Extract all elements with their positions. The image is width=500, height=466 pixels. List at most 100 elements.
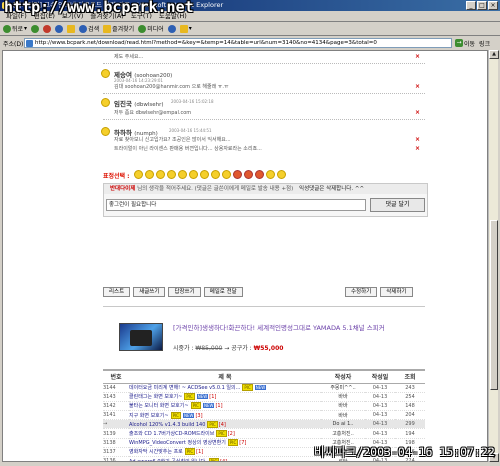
row-title-link[interactable]: 클린태그는 화면 보호기~	[129, 394, 182, 400]
emoticon-laugh-icon[interactable]	[167, 170, 176, 179]
comment-text: 자료 찾아보니 신고입가요? 조공인은 많이서 익서해요...	[114, 137, 231, 143]
refresh-button[interactable]	[55, 24, 64, 33]
action-button[interactable]: 메일로 전달	[203, 287, 243, 297]
table-row[interactable]: 3141 지구 화면 보호기~ PIC NEW [3] 바바 04-13 204	[103, 410, 425, 421]
maximize-button[interactable]: □	[477, 1, 487, 10]
emoticon-sleep-icon[interactable]	[222, 170, 231, 179]
close-button[interactable]: ×	[488, 1, 498, 10]
emoticon-label: 표정선택 :	[103, 173, 130, 180]
row-title[interactable]: 불타는 모니터 화면 보호기~ PIC NEW [1]	[129, 401, 321, 412]
row-author[interactable]: 고층처진..	[321, 428, 365, 439]
favorites-button[interactable]: 즐겨찾기	[103, 24, 134, 33]
table-row[interactable]: 3142 불타는 모니터 화면 보호기~ PIC NEW [1] 바바 04-13 148	[103, 401, 425, 412]
row-title-link[interactable]: 출조와 CD 1.7버가상CD-ROM드라이브	[129, 431, 214, 437]
row-author[interactable]: 주몽미^^..	[321, 383, 365, 393]
history-button[interactable]	[167, 24, 176, 33]
row-author[interactable]: 바바	[321, 410, 365, 421]
links-button[interactable]: 링크	[479, 39, 490, 48]
market-price-label: 시중가 :	[173, 345, 194, 352]
comment-submit-button[interactable]: 댓글 달기	[370, 198, 425, 212]
row-title[interactable]: Alcohol 120% v1.4.3 build 140 PIC [4]	[129, 419, 321, 430]
table-header-row: 번호 제 목 작성자 작성일 조회	[103, 369, 425, 384]
row-author[interactable]: Do ai 1..	[321, 419, 365, 430]
row-title-link[interactable]: Alcohol 120% v1.4.3 build 140	[129, 422, 205, 428]
table-row[interactable]: → Alcohol 120% v1.4.3 build 140 PIC [4] Do a…	[103, 419, 425, 430]
row-title-link[interactable]: WinMPG_VideoConvert 정상의 영상변환기	[129, 440, 226, 446]
comment-anon-note: 익성댓글은 삭제합니다. ^^	[299, 186, 365, 192]
row-title-link[interactable]: 지구 화면 보호기~	[129, 413, 169, 419]
ad-title-link[interactable]: [가격인하]생생하다!화끈하다! 세계적인명성그대로 YAMADA 5.1채널 …	[173, 323, 428, 334]
delete-comment-icon[interactable]: ×	[415, 83, 420, 90]
emoticon-sad-icon[interactable]	[200, 170, 209, 179]
row-title[interactable]: Ad-aware6.0화기 공식최의 입니다. PIC [4]	[129, 456, 321, 462]
action-button[interactable]: 새글쓰기	[133, 287, 166, 297]
row-title-link[interactable]: Ad-aware6.0화기 공식최의 입니다.	[129, 459, 207, 461]
row-title[interactable]: 클린태그는 화면 보호기~ PIC NEW [1]	[129, 392, 321, 402]
emoticon-grin-icon[interactable]	[145, 170, 154, 179]
row-num: 3144	[103, 383, 129, 393]
row-author[interactable]: 바바	[321, 392, 365, 402]
menu-item[interactable]: 파일(F)	[6, 11, 27, 21]
emoticon-heart-icon[interactable]	[244, 170, 253, 179]
delete-comment-icon[interactable]: ×	[415, 136, 420, 143]
media-button[interactable]: 미디어	[138, 24, 164, 33]
comment-hint: 님의 생각을 적어주세요. (댓글은 글쓴이에게 메일로 발송 내용 +점)	[137, 186, 294, 192]
menu-item[interactable]: 편집(E)	[34, 11, 55, 21]
delete-comment-icon[interactable]: ×	[415, 109, 420, 116]
comment-count: [4]	[220, 458, 228, 462]
comment-text: 제도 주세요...	[114, 54, 144, 60]
emoticon-think-icon[interactable]	[277, 170, 286, 179]
menu-item[interactable]: 도움말(H)	[159, 11, 187, 21]
mail-button[interactable]: ▾	[179, 24, 192, 33]
action-button[interactable]: 답장쓰기	[168, 287, 201, 297]
row-title[interactable]: 데이터요금 미리계 변해! ~ ACDSee v5.0.1 일의... PIC NE…	[129, 383, 321, 393]
row-title-link[interactable]: 불타는 모니터 화면 보호기~	[129, 403, 189, 409]
address-input[interactable]: http://www.bcpark.net/download/read.html…	[24, 38, 452, 48]
row-author[interactable]: 바바	[321, 401, 365, 412]
vertical-scrollbar[interactable]: ▲ ▼	[488, 50, 499, 462]
row-title[interactable]: WinMPG_VideoConvert 정상의 영상변환기 PIC [7]	[129, 438, 321, 448]
delete-comment-icon[interactable]: ×	[415, 145, 420, 152]
divider	[103, 63, 425, 64]
action-button[interactable]: 삭제하기	[380, 287, 413, 297]
mail-icon	[179, 24, 188, 33]
row-title[interactable]: 지구 화면 보호기~ PIC NEW [3]	[129, 410, 321, 421]
row-date: 04-13	[365, 410, 395, 421]
emoticon-tongue-icon[interactable]	[266, 170, 275, 179]
table-row[interactable]: 3144 데이터요금 미리계 변해! ~ ACDSee v5.0.1 일의... P…	[103, 383, 425, 393]
forward-button[interactable]	[31, 24, 40, 33]
emoticon-cool-icon[interactable]	[211, 170, 220, 179]
back-button[interactable]: 뒤로 ▾	[3, 24, 27, 33]
emoticon-blush-icon[interactable]	[255, 170, 264, 179]
go-arrow-icon: →	[455, 39, 463, 47]
emoticon-surprise-icon[interactable]	[189, 170, 198, 179]
new-badge: NEW	[196, 394, 209, 400]
emoticon-angry-icon[interactable]	[233, 170, 242, 179]
emoticon-smile-icon[interactable]	[134, 170, 143, 179]
history-icon	[167, 24, 176, 33]
row-title-link[interactable]: 영화자막 시간맞추는 프로	[129, 449, 183, 455]
menu-item[interactable]: 즐겨찾기(A)	[90, 11, 123, 21]
delete-comment-icon[interactable]: ×	[415, 53, 420, 60]
table-row[interactable]: 3143 클린태그는 화면 보호기~ PIC NEW [1] 바바 04-13 254	[103, 392, 425, 402]
scroll-thumb[interactable]	[490, 220, 498, 390]
search-button[interactable]: 검색	[79, 24, 99, 33]
row-title[interactable]: 출조와 CD 1.7버가상CD-ROM드라이브 PIC [2]	[129, 428, 321, 439]
stop-button[interactable]	[43, 24, 52, 33]
menu-item[interactable]: 보기(V)	[62, 11, 83, 21]
emoticon-wink-icon[interactable]	[156, 170, 165, 179]
minimize-button[interactable]: _	[466, 1, 476, 10]
emoticon-cry-icon[interactable]	[178, 170, 187, 179]
row-title[interactable]: 영화자막 시간맞추는 프로 PIC [1]	[129, 447, 321, 458]
go-button[interactable]: → 이동	[455, 39, 475, 48]
speaker-product-image[interactable]	[119, 323, 163, 351]
action-button[interactable]: 수정하기	[345, 287, 378, 297]
scroll-up-icon[interactable]: ▲	[489, 50, 499, 59]
back-arrow-icon	[3, 24, 11, 33]
menu-item[interactable]: 도구(T)	[131, 11, 152, 21]
comment-input[interactable]: 좋그런이 필요합니다	[106, 199, 366, 211]
action-button[interactable]: 리스트	[103, 287, 131, 297]
home-button[interactable]	[67, 24, 76, 33]
row-title-link[interactable]: 데이터요금 미리계 변해! ~ ACDSee v5.0.1 일의...	[129, 385, 240, 391]
table-row[interactable]: 3139 출조와 CD 1.7버가상CD-ROM드라이브 PIC [2] 고층처진.. 0…	[103, 428, 425, 439]
